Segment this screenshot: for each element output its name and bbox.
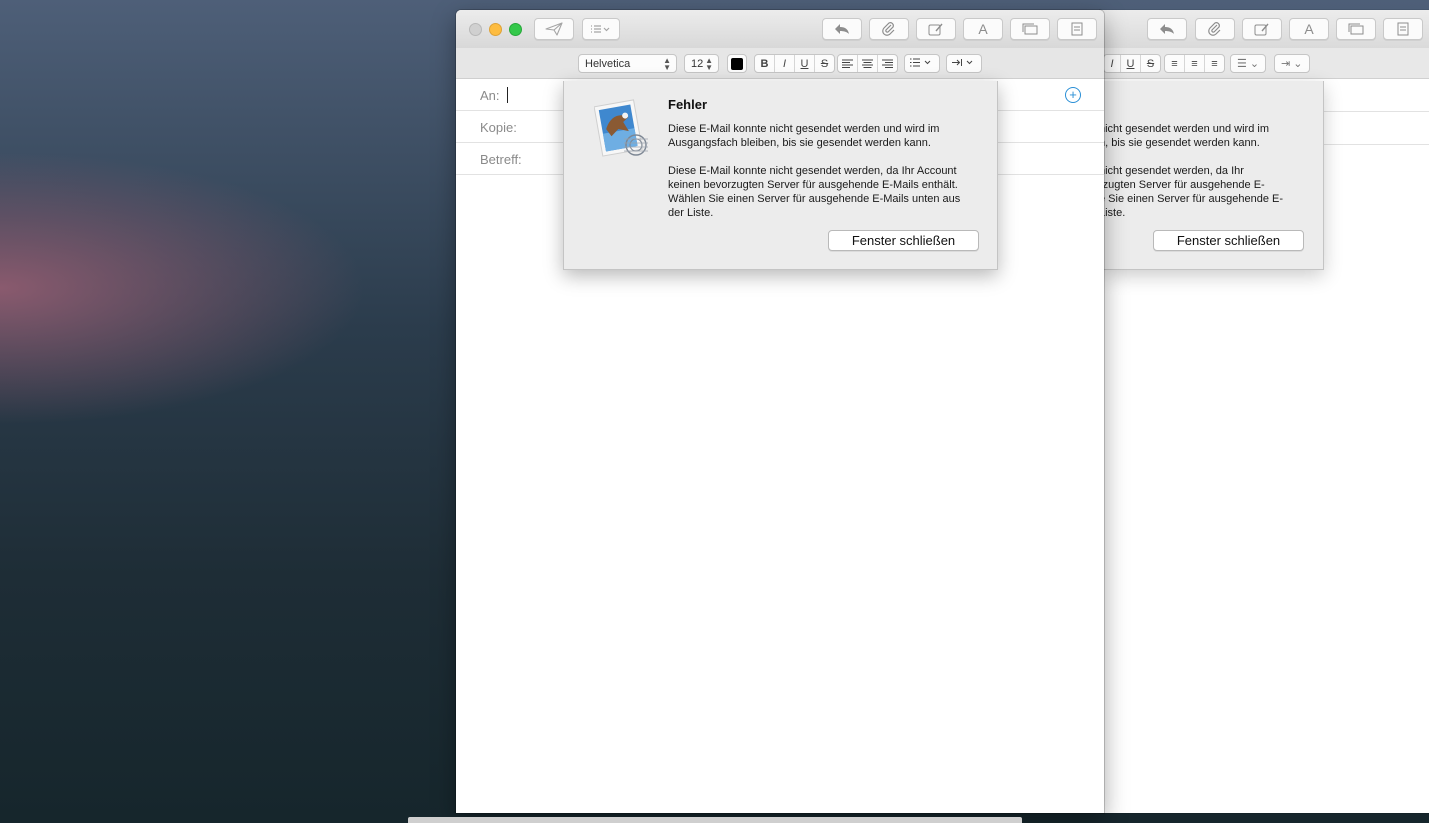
list-dropdown-icon[interactable]: ☰ ⌄ xyxy=(1230,54,1266,73)
error-message: Diese E-Mail konnte nicht gesendet werde… xyxy=(668,123,940,149)
alignment-buttons xyxy=(837,54,898,73)
list-style-dropdown[interactable] xyxy=(904,54,940,73)
text-color-button[interactable] xyxy=(727,54,747,73)
style-buttons: B I U S xyxy=(754,54,835,73)
error-message-fragment: nicht gesendet werden, da Ihr rzugten Se… xyxy=(1103,165,1284,219)
bold-button[interactable]: B xyxy=(755,55,775,72)
underline-button[interactable]: U xyxy=(1121,55,1141,72)
photo-browser-icon xyxy=(1022,23,1038,35)
zoom-window-icon[interactable] xyxy=(509,23,522,36)
close-window-icon[interactable] xyxy=(469,23,482,36)
subject-label: Betreff: xyxy=(480,152,522,167)
paperclip-icon xyxy=(882,22,896,36)
attach-button[interactable] xyxy=(869,18,909,40)
close-window-button[interactable]: Fenster schließen xyxy=(1153,230,1304,251)
error-sheet-clone: nicht gesendet werden und wird im n, bis… xyxy=(1103,81,1324,270)
stepper-icon: ▲ ▼ xyxy=(705,55,713,72)
list-dropdown-icon xyxy=(590,24,612,34)
close-window-button[interactable]: Fenster schließen xyxy=(828,230,979,251)
indent-dropdown[interactable] xyxy=(946,54,982,73)
stationery-button[interactable] xyxy=(1057,18,1097,40)
strikethrough-button[interactable]: S xyxy=(1141,55,1160,72)
paper-plane-icon xyxy=(545,22,563,36)
indent-icon xyxy=(952,58,976,70)
photo-browser-button[interactable] xyxy=(1010,18,1050,40)
align-left-icon[interactable] xyxy=(838,55,858,72)
minimize-window-icon[interactable] xyxy=(489,23,502,36)
reply-icon[interactable] xyxy=(1147,18,1187,40)
italic-button[interactable]: I xyxy=(775,55,795,72)
send-button[interactable] xyxy=(534,18,574,40)
alignment-buttons[interactable]: ≡ ≡ ≡ xyxy=(1164,54,1225,73)
error-sheet: Fehler Diese E-Mail konnte nicht gesende… xyxy=(563,81,998,270)
strikethrough-button[interactable]: S xyxy=(815,55,834,72)
error-title: Fehler xyxy=(668,97,708,112)
align-center-icon[interactable]: ≡ xyxy=(1185,55,1205,72)
italic-button[interactable]: I xyxy=(1104,55,1121,72)
annotate-icon[interactable] xyxy=(1242,18,1282,40)
add-contact-icon[interactable]: + xyxy=(1065,87,1081,103)
reply-button[interactable] xyxy=(822,18,862,40)
dock-edge xyxy=(408,817,1022,823)
font-size-select[interactable]: 12 ▲ ▼ xyxy=(684,54,719,73)
color-swatch xyxy=(731,57,743,70)
markup-button[interactable] xyxy=(916,18,956,40)
align-center-icon[interactable] xyxy=(858,55,878,72)
titlebar: A xyxy=(456,10,1104,48)
stationery-icon xyxy=(1071,22,1083,36)
message-body[interactable] xyxy=(456,178,1104,813)
font-family-select[interactable]: Helvetica ▲ ▼ xyxy=(578,54,677,73)
format-bar: I U S ≡ ≡ ≡ ☰ ⌄ ⇥ ⌄ xyxy=(1100,48,1429,79)
fonts-button[interactable]: A xyxy=(1289,18,1329,40)
indent-dropdown-icon[interactable]: ⇥ ⌄ xyxy=(1274,54,1310,73)
titlebar: A xyxy=(1100,10,1429,48)
align-left-icon[interactable]: ≡ xyxy=(1165,55,1185,72)
cc-label: Kopie: xyxy=(480,120,517,135)
align-right-icon[interactable]: ≡ xyxy=(1205,55,1224,72)
photo-browser-icon[interactable] xyxy=(1336,18,1376,40)
stationery-icon[interactable] xyxy=(1383,18,1423,40)
stepper-icon: ▲ ▼ xyxy=(663,55,671,72)
underline-button[interactable]: U xyxy=(795,55,815,72)
style-buttons[interactable]: I U S xyxy=(1103,54,1161,73)
mail-stamp-icon xyxy=(593,99,652,166)
format-bar: Helvetica ▲ ▼ 12 ▲ ▼ B I U S xyxy=(456,48,1104,79)
bullet-list-icon xyxy=(910,58,934,70)
header-fields-button[interactable] xyxy=(582,18,620,40)
fonts-button[interactable]: A xyxy=(963,18,1003,40)
reply-icon xyxy=(834,23,850,35)
align-right-icon[interactable] xyxy=(878,55,897,72)
text-cursor xyxy=(507,87,508,103)
error-detail: Diese E-Mail konnte nicht gesendet werde… xyxy=(668,165,961,219)
to-label: An: xyxy=(480,88,500,103)
error-message-fragment: nicht gesendet werden und wird im n, bis… xyxy=(1103,123,1269,149)
annotate-icon xyxy=(928,22,944,36)
paperclip-icon[interactable] xyxy=(1195,18,1235,40)
